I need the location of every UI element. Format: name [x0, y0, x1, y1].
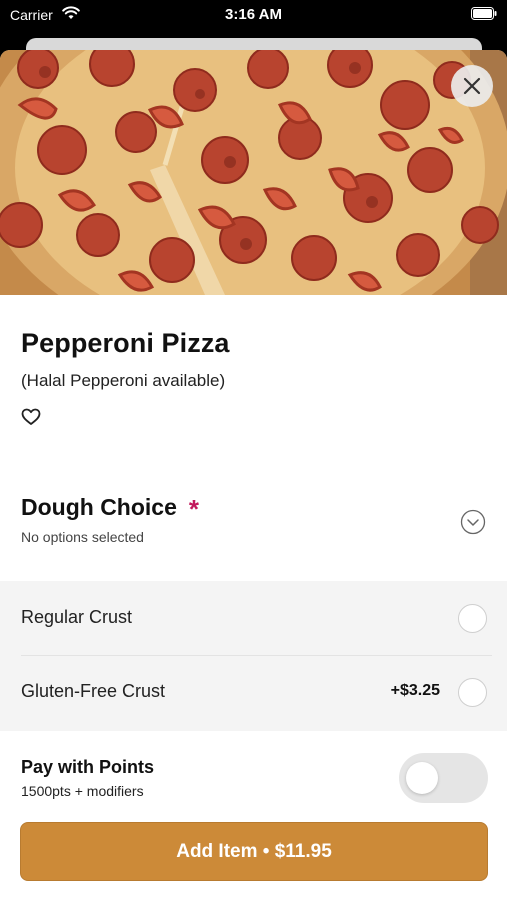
- option-radio[interactable]: [458, 604, 487, 633]
- modifier-group-header: Dough Choice *: [21, 492, 200, 524]
- option-radio[interactable]: [458, 678, 487, 707]
- close-button[interactable]: [451, 65, 493, 107]
- item-subtitle: (Halal Pepperoni available): [21, 371, 226, 390]
- close-icon: [463, 77, 481, 95]
- modifier-group-status: No options selected: [21, 529, 144, 545]
- chevron-down-circle-icon: [460, 509, 486, 535]
- option-gluten-free-crust[interactable]: Gluten-Free Crust +$3.25: [0, 655, 507, 729]
- modifier-group-collapse-button[interactable]: [460, 509, 486, 535]
- heart-outline-icon: [21, 408, 41, 425]
- option-label: Regular Crust: [21, 607, 133, 627]
- favorite-button[interactable]: [19, 406, 43, 430]
- item-photo: [0, 50, 507, 295]
- pay-with-points-subtitle: 1500pts + modifiers: [21, 783, 144, 799]
- modifier-options-list: Regular Crust Gluten-Free Crust +$3.25: [0, 581, 507, 731]
- pay-with-points-title: Pay with Points: [21, 757, 155, 777]
- modifier-group-title: Dough Choice: [21, 494, 177, 520]
- option-label: Gluten-Free Crust: [21, 681, 166, 701]
- add-item-button[interactable]: Add Item • $11.95: [20, 822, 488, 881]
- toggle-knob: [406, 762, 438, 794]
- status-time: 3:16 AM: [225, 6, 282, 23]
- option-regular-crust[interactable]: Regular Crust: [0, 581, 507, 655]
- battery-icon: [471, 7, 497, 20]
- option-price: +$3.25: [390, 682, 440, 699]
- item-detail-sheet: Pepperoni Pizza (Halal Pepperoni availab…: [0, 50, 507, 900]
- status-bar: Carrier 3:16 AM: [0, 0, 507, 30]
- pay-with-points-toggle[interactable]: [399, 753, 488, 803]
- item-title: Pepperoni Pizza: [21, 328, 230, 358]
- required-indicator: *: [188, 494, 200, 524]
